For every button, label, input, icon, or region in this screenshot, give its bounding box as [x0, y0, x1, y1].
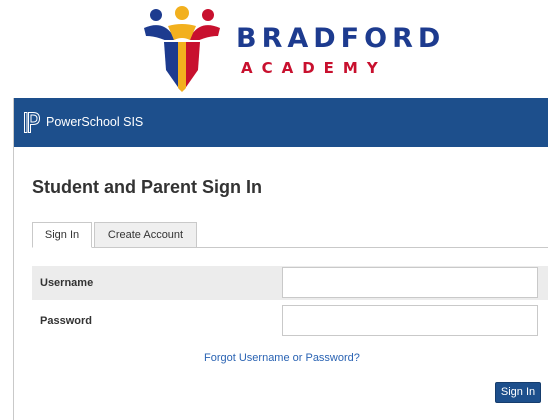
bradford-crest-icon — [144, 6, 220, 92]
school-name: BRADFORD — [236, 23, 446, 54]
password-row: Password — [32, 304, 548, 338]
school-logo-area: BRADFORD ACADEMY — [0, 0, 548, 94]
signin-panel: PowerSchool SIS Student and Parent Sign … — [13, 98, 548, 420]
app-name: PowerSchool SIS — [46, 115, 144, 129]
school-subtitle: ACADEMY — [241, 59, 387, 77]
forgot-link-container: Forgot Username or Password? — [204, 348, 360, 366]
tab-create-account[interactable]: Create Account — [94, 222, 197, 248]
sign-in-button[interactable]: Sign In — [495, 382, 541, 403]
username-label: Username — [40, 277, 94, 289]
tab-sign-in[interactable]: Sign In — [32, 222, 92, 248]
username-row: Username — [32, 266, 548, 300]
tab-divider — [32, 247, 548, 248]
password-label: Password — [40, 315, 92, 327]
app-header: PowerSchool SIS — [14, 98, 548, 147]
page-title: Student and Parent Sign In — [32, 177, 263, 197]
password-input[interactable] — [282, 305, 538, 336]
username-input[interactable] — [282, 267, 538, 298]
forgot-credentials-link[interactable]: Forgot Username or Password? — [204, 352, 360, 364]
powerschool-p-icon — [24, 112, 40, 133]
